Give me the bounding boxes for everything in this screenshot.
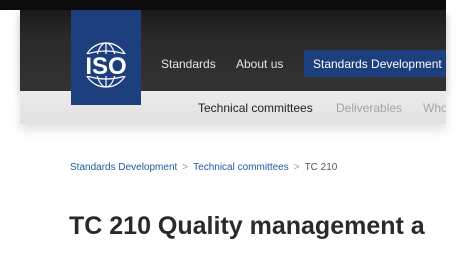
- iso-logo-icon: ISO: [77, 42, 135, 88]
- nav-standards-development[interactable]: Standards Development: [304, 50, 446, 77]
- subnav-who[interactable]: Who: [423, 101, 446, 115]
- nav-standards[interactable]: Standards: [161, 57, 216, 71]
- breadcrumb-separator: >: [182, 162, 189, 173]
- iso-logo-text: ISO: [85, 53, 126, 80]
- breadcrumb-separator: >: [293, 162, 300, 173]
- breadcrumb-current: TC 210: [304, 162, 338, 173]
- iso-logo[interactable]: ISO: [71, 10, 141, 105]
- breadcrumb-standards-development[interactable]: Standards Development: [70, 162, 177, 173]
- page-title: TC 210 Quality management a: [69, 212, 425, 240]
- nav-about-us[interactable]: About us: [236, 57, 283, 71]
- breadcrumb-technical-committees[interactable]: Technical committees: [193, 162, 289, 173]
- subnav-technical-committees[interactable]: Technical committees: [198, 101, 313, 115]
- breadcrumb: Standards Development > Technical committe…: [70, 162, 337, 173]
- subnav-deliverables[interactable]: Deliverables: [336, 101, 402, 115]
- top-black-bar: [0, 0, 446, 10]
